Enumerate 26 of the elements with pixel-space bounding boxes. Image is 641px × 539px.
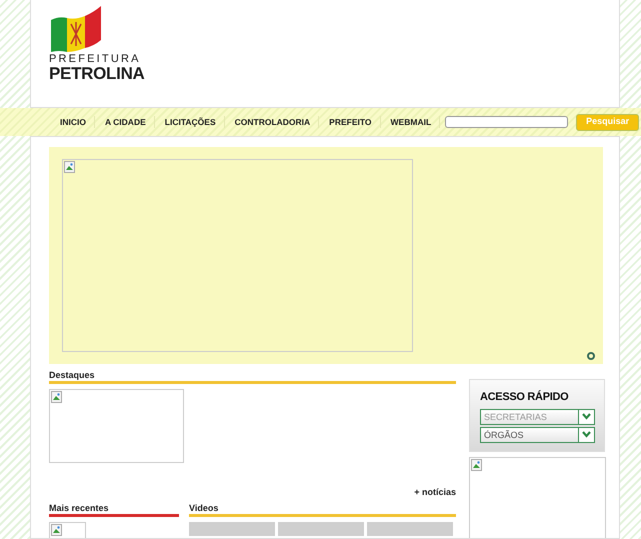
logo-text: PREFEITURA xyxy=(49,54,142,65)
chevron-down-icon xyxy=(582,413,591,420)
broken-image-icon xyxy=(51,391,63,403)
section-heading: Destaques xyxy=(49,370,456,384)
logo-text: PETROLINA xyxy=(49,65,145,82)
dropdown-field[interactable]: ÓRGÃOS xyxy=(480,426,595,442)
search-field[interactable] xyxy=(445,116,568,128)
nav-link[interactable]: PREFEITO xyxy=(321,116,381,128)
slide-dot[interactable] xyxy=(587,352,595,360)
broken-image-icon xyxy=(51,524,63,536)
video-thumbnail[interactable] xyxy=(367,522,453,536)
section-heading: Mais recentes xyxy=(49,503,179,517)
section-heading: Videos xyxy=(189,503,456,517)
video-thumbnail[interactable] xyxy=(189,522,275,536)
nav-link[interactable]: WEBMAIL xyxy=(382,116,440,128)
nav-link[interactable]: CONTROLADORIA xyxy=(226,116,320,128)
nav-link[interactable]: A CIDADE xyxy=(96,116,155,128)
nav-link[interactable]: LICITAÇÕES xyxy=(156,116,225,128)
panel-title: ACESSO RÁPIDO xyxy=(480,389,570,405)
nav-link[interactable]: INICIO xyxy=(52,116,95,128)
chevron-down-icon xyxy=(582,431,591,438)
video-thumbnail[interactable] xyxy=(278,522,364,536)
broken-image-icon xyxy=(64,161,76,173)
more-news-link[interactable]: + notícias xyxy=(414,487,456,497)
broken-image-icon xyxy=(471,459,483,471)
flag-logo-icon xyxy=(49,6,103,52)
